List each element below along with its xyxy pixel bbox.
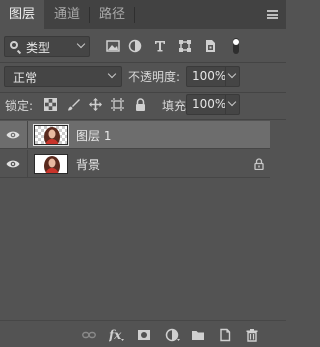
opacity-field[interactable]: 100%	[186, 66, 240, 87]
blend-mode-value: 正常	[13, 71, 38, 85]
layers-bottom-toolbar: fx	[0, 320, 286, 347]
svg-text:fx: fx	[109, 328, 122, 342]
layer-row[interactable]: 图层 1	[0, 121, 270, 149]
opacity-value: 100%	[192, 69, 227, 83]
lock-position-icon[interactable]	[89, 98, 102, 111]
lock-image-pixels-icon[interactable]	[67, 98, 80, 111]
link-layers-icon[interactable]	[82, 328, 96, 342]
tab-paths[interactable]: 路径	[90, 0, 134, 29]
lock-artboard-icon[interactable]	[111, 98, 124, 111]
filter-toggle-icon[interactable]	[228, 37, 244, 55]
shape-filter-icon[interactable]	[178, 39, 192, 53]
fill-value: 100%	[192, 97, 227, 111]
tab-channels[interactable]: 通道	[45, 0, 89, 29]
fill-field[interactable]: 100%	[186, 94, 240, 115]
portrait-thumbnail-image	[44, 127, 60, 144]
layer-thumbnail[interactable]	[34, 154, 68, 174]
portrait-thumbnail-image	[44, 156, 60, 173]
chevron-down-icon	[107, 69, 117, 79]
filter-kind-label: 类型	[26, 41, 51, 55]
layer-name[interactable]: 图层 1	[76, 127, 111, 144]
tab-divider	[134, 7, 135, 23]
filter-kind-select[interactable]: 类型	[4, 36, 90, 57]
layers-list: 图层 1 背景	[0, 120, 286, 320]
fx-icon[interactable]: fx	[109, 328, 125, 342]
trash-icon[interactable]	[245, 328, 259, 342]
new-layer-icon[interactable]	[218, 328, 232, 342]
search-icon	[10, 41, 18, 49]
blend-mode-select[interactable]: 正常	[4, 66, 122, 87]
eye-icon[interactable]	[6, 159, 20, 169]
add-mask-icon[interactable]	[137, 328, 151, 342]
visibility-divider	[27, 121, 28, 149]
smartobject-filter-icon[interactable]	[203, 39, 217, 53]
type-filter-icon[interactable]	[153, 39, 167, 53]
lock-icon[interactable]	[254, 158, 264, 170]
panel-menu-icon[interactable]	[267, 10, 278, 19]
opacity-label: 不透明度:	[128, 70, 181, 84]
layer-thumbnail[interactable]	[33, 124, 69, 146]
layers-panel: 图层 通道 路径 类型 正常 不透明度: 100% 锁定: 填充: 100% 图…	[0, 0, 286, 347]
tab-layers[interactable]: 图层	[0, 0, 44, 29]
layer-name[interactable]: 背景	[76, 156, 100, 173]
fill-dropdown[interactable]	[225, 95, 239, 114]
chevron-down-icon	[227, 97, 237, 107]
lock-transparent-pixels-icon[interactable]	[44, 98, 57, 111]
opacity-dropdown[interactable]	[225, 67, 239, 86]
lock-all-icon[interactable]	[134, 98, 147, 111]
chevron-down-icon	[76, 39, 86, 49]
eye-icon[interactable]	[6, 130, 20, 140]
layers-scrollbar[interactable]	[270, 120, 286, 320]
panel-tab-bar: 图层 通道 路径	[0, 0, 286, 29]
new-adjustment-icon[interactable]	[165, 328, 181, 342]
chevron-down-icon	[227, 69, 237, 79]
adjustment-filter-icon[interactable]	[128, 39, 142, 53]
divider	[0, 62, 286, 63]
new-group-icon[interactable]	[191, 328, 205, 342]
visibility-divider	[27, 150, 28, 178]
lock-label: 锁定:	[5, 99, 34, 113]
image-filter-icon[interactable]	[106, 39, 120, 53]
divider	[0, 92, 286, 93]
layer-row[interactable]: 背景	[0, 150, 270, 178]
